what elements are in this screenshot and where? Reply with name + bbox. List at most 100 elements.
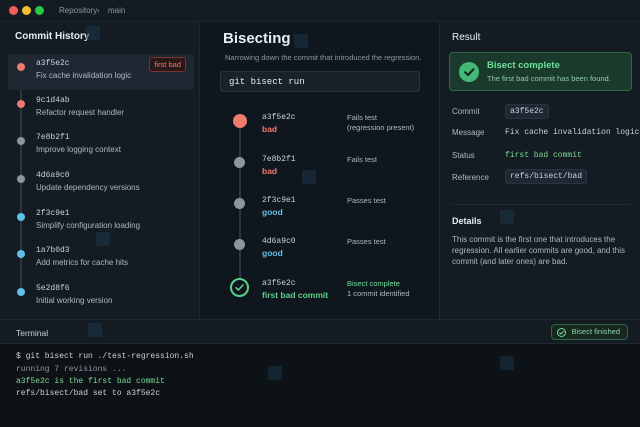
step-state: bad (262, 166, 278, 176)
terminal-line: a3f5e2c is the first bad commit (16, 377, 165, 386)
bisect-complete-title: Bisect complete (487, 60, 560, 71)
commit-item[interactable]: a3f5e2c Fix cache invalidation logic first… (8, 54, 194, 90)
watermark-icon (96, 232, 110, 246)
watermark-icon (500, 210, 514, 224)
commit-message: Update dependency versions (36, 183, 140, 192)
step-dot-icon (234, 157, 245, 168)
maximize-window-button[interactable] (35, 6, 44, 15)
commit-sha: 4d6a9c0 (36, 171, 70, 180)
step-note: Fails test (347, 155, 378, 164)
step-dot-icon (233, 114, 247, 128)
minimize-window-button[interactable] (22, 6, 31, 15)
commit-sha: 5e2d8f6 (36, 284, 70, 293)
commit-dot-icon (17, 213, 25, 221)
step-state: bad (262, 124, 278, 134)
bisect-finished-label: Bisect finished (571, 327, 620, 336)
terminal-line: running 7 revisions ... (16, 365, 127, 374)
bisect-step: 4d6a9c0 good Passes test (201, 234, 438, 270)
commit-item[interactable]: 9c1d4ab Refactor request handler (8, 91, 194, 127)
bisect-command-box: git bisect run (220, 71, 420, 92)
result-title: Result (452, 32, 481, 43)
step-dot-icon (234, 239, 245, 250)
check-circle-icon (459, 62, 479, 82)
divider (450, 204, 631, 205)
bisect-step: 7e8b2f1 bad Fails test (201, 152, 438, 188)
commit-sha: 7e8b2f1 (36, 133, 70, 142)
commit-message: Add metrics for cache hits (36, 258, 129, 267)
step-note: Passes test (347, 196, 386, 205)
terminal-output[interactable]: $ git bisect run ./test-regression.sh ru… (0, 344, 640, 427)
step-sha: 2f3c9e1 (262, 196, 296, 205)
close-window-button[interactable] (9, 6, 18, 15)
commit-dot-icon (17, 250, 25, 258)
bisect-command: git bisect run (229, 77, 305, 87)
commit-item[interactable]: 7e8b2f1 Improve logging context (8, 128, 194, 164)
bisect-finished-badge: Bisect finished (550, 324, 628, 340)
step-state: good (262, 207, 283, 217)
watermark-icon (500, 356, 514, 370)
commit-history-panel: Commit History a3f5e2c Fix cache invalida… (0, 22, 200, 319)
terminal-line: $ git bisect run ./test-regression.sh (16, 352, 194, 361)
step-sha: a3f5e2c (262, 279, 296, 288)
commit-dot-icon (17, 137, 25, 145)
bisect-complete-subtitle: The first bad commit has been found. (487, 74, 611, 83)
commit-message: Initial working version (36, 296, 113, 305)
commit-message: Simplify configuration loading (36, 221, 141, 230)
commit-dot-icon (17, 100, 25, 108)
first-bad-badge: first bad (149, 57, 186, 72)
terminal-title[interactable]: Terminal (16, 328, 48, 338)
commit-history-title: Commit History (15, 31, 90, 42)
step-sha: 7e8b2f1 (262, 155, 296, 164)
commit-item[interactable]: 5e2d8f6 Initial working version (8, 279, 194, 315)
title-bar: Repository › main (0, 0, 640, 22)
commit-message: Refactor request handler (36, 108, 125, 117)
check-circle-icon (230, 278, 249, 297)
check-circle-icon (556, 328, 566, 337)
commit-sha: a3f5e2c (36, 59, 70, 68)
breadcrumb-separator-icon: › (97, 6, 100, 15)
commit-sha: 9c1d4ab (36, 96, 70, 105)
commit-dot-icon (17, 63, 25, 71)
bisect-panel: Bisecting Narrowing down the commit that… (201, 22, 438, 319)
status-label: Status (452, 151, 475, 160)
watermark-icon (302, 170, 316, 184)
commit-message: Improve logging context (36, 145, 121, 154)
bisect-step: a3f5e2c first bad commit Bisect complete 1 … (201, 276, 438, 312)
bisect-step: 2f3c9e1 good Passes test (201, 193, 438, 229)
reference-label: Reference (452, 173, 489, 182)
commit-item[interactable]: 1a7b0d3 Add metrics for cache hits (8, 241, 194, 277)
breadcrumb-branch[interactable]: main (108, 6, 125, 15)
reference-value[interactable]: refs/bisect/bad (505, 169, 588, 184)
commit-sha: 1a7b0d3 (36, 246, 70, 255)
step-note: Fails test (347, 113, 378, 122)
step-sha: a3f5e2c (262, 113, 296, 122)
commit-item[interactable]: 4d6a9c0 Update dependency versions (8, 166, 194, 202)
commit-dot-icon (17, 175, 25, 183)
status-value: first bad commit (505, 151, 582, 160)
step-note-detail: 1 commit identified (347, 289, 410, 298)
step-note: Bisect complete (347, 279, 400, 288)
commit-message: Fix cache invalidation logic (36, 71, 132, 80)
message-label: Message (452, 128, 485, 137)
step-sha: 4d6a9c0 (262, 237, 296, 246)
breadcrumb-repository[interactable]: Repository (59, 6, 97, 15)
step-state: first bad commit (262, 290, 329, 300)
watermark-icon (294, 34, 308, 48)
commit-dot-icon (17, 288, 25, 296)
step-note: Passes test (347, 237, 386, 246)
watermark-icon (86, 26, 100, 40)
watermark-icon (88, 323, 102, 337)
step-note-detail: (regression present) (347, 123, 415, 132)
commit-sha: 2f3c9e1 (36, 209, 70, 218)
result-panel: Result Bisect complete The first bad com… (439, 22, 640, 319)
commit-value[interactable]: a3f5e2c (505, 104, 549, 119)
watermark-icon (268, 366, 282, 380)
bisect-step: a3f5e2c bad Fails test (regression present) (201, 110, 438, 146)
step-dot-icon (234, 198, 245, 209)
details-text: This commit is the first one that introd… (452, 235, 625, 266)
message-value: Fix cache invalidation logic (505, 128, 640, 137)
details-title: Details (452, 216, 482, 226)
bisect-subtitle: Narrowing down the commit that introduce… (225, 53, 422, 62)
step-state: good (262, 248, 283, 258)
bisect-complete-card: Bisect complete The first bad commit has… (449, 52, 632, 91)
